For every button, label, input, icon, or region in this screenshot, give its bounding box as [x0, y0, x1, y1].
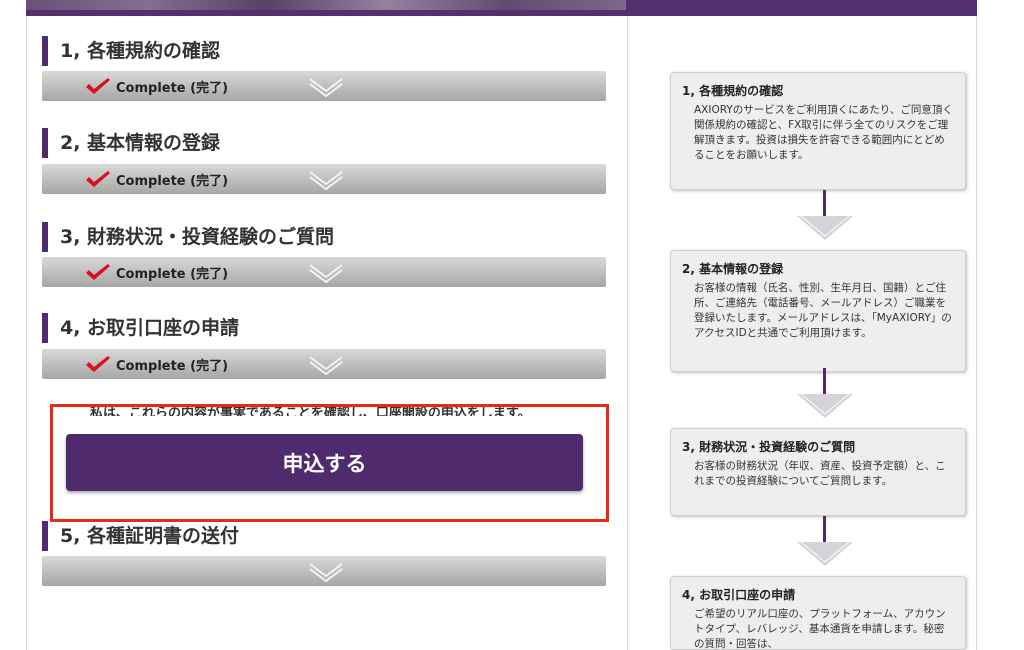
content-border-left: [26, 16, 27, 650]
info-card-title: 1, 各種規約の確認: [682, 84, 784, 98]
step-2-accordion[interactable]: Complete (完了): [42, 164, 606, 194]
info-card-body: AXIORYのサービスをご利用頂くにあたり、ご同意頂く関係規約の確認と、FX取引…: [694, 104, 953, 161]
chevron-down-icon[interactable]: [308, 259, 344, 285]
step-4-title: 4, お取引口座の申請: [42, 313, 239, 343]
step-3-accordion[interactable]: Complete (完了): [42, 257, 606, 287]
info-card-3: 3, 財務状況・投資経験のご質問 お客様の財務状況（年収、資産、投資予定額）と、…: [670, 428, 966, 516]
step-1-status: Complete (完了): [116, 81, 229, 96]
info-card-body: お客様の財務状況（年収、資産、投資予定額）と、これまでの投資経験についてご質問し…: [694, 460, 946, 487]
step-1-accordion[interactable]: Complete (完了): [42, 71, 606, 101]
header-banner: [0, 0, 1024, 16]
check-icon: [86, 78, 110, 94]
check-icon: [86, 264, 110, 280]
arrow-down-icon: [797, 190, 853, 240]
info-card-2: 2, 基本情報の登録 お客様の情報（氏名、性別、生年月日、国籍）とご住所、ご連絡…: [670, 250, 966, 372]
step-3-status: Complete (完了): [116, 267, 229, 282]
info-card-title: 4, お取引口座の申請: [682, 588, 796, 602]
step-5-title: 5, 各種証明書の送付: [42, 521, 239, 551]
chevron-down-icon[interactable]: [308, 558, 344, 584]
chevron-down-icon[interactable]: [308, 73, 344, 99]
info-card-body: ご希望のリアル口座の、プラットフォーム、アカウントタイプ、レバレッジ、基本通貨を…: [694, 608, 946, 650]
step-5-accordion[interactable]: [42, 556, 606, 586]
arrow-down-icon: [797, 368, 853, 418]
apply-button[interactable]: 申込する: [66, 434, 583, 491]
info-card-1: 1, 各種規約の確認 AXIORYのサービスをご利用頂くにあたり、ご同意頂く関係…: [670, 72, 966, 190]
arrow-down-icon: [797, 516, 853, 566]
step-2-status: Complete (完了): [116, 174, 229, 189]
step-1-title: 1, 各種規約の確認: [42, 36, 220, 66]
chevron-down-icon[interactable]: [308, 351, 344, 377]
header-image: [26, 0, 626, 10]
step-3-title: 3, 財務状況・投資経験のご質問: [42, 222, 334, 252]
info-card-title: 2, 基本情報の登録: [682, 262, 784, 276]
chevron-down-icon[interactable]: [308, 166, 344, 192]
info-card-body: お客様の情報（氏名、性別、生年月日、国籍）とご住所、ご連絡先（電話番号、メールア…: [694, 282, 952, 339]
step-4-accordion[interactable]: Complete (完了): [42, 349, 606, 379]
check-icon: [86, 171, 110, 187]
step-4-status: Complete (完了): [116, 359, 229, 374]
info-card-title: 3, 財務状況・投資経験のご質問: [682, 440, 856, 454]
column-divider: [627, 16, 628, 650]
info-card-4: 4, お取引口座の申請 ご希望のリアル口座の、プラットフォーム、アカウントタイプ…: [670, 576, 966, 650]
step-2-title: 2, 基本情報の登録: [42, 128, 220, 158]
content-border-right: [976, 16, 977, 650]
check-icon: [86, 356, 110, 372]
